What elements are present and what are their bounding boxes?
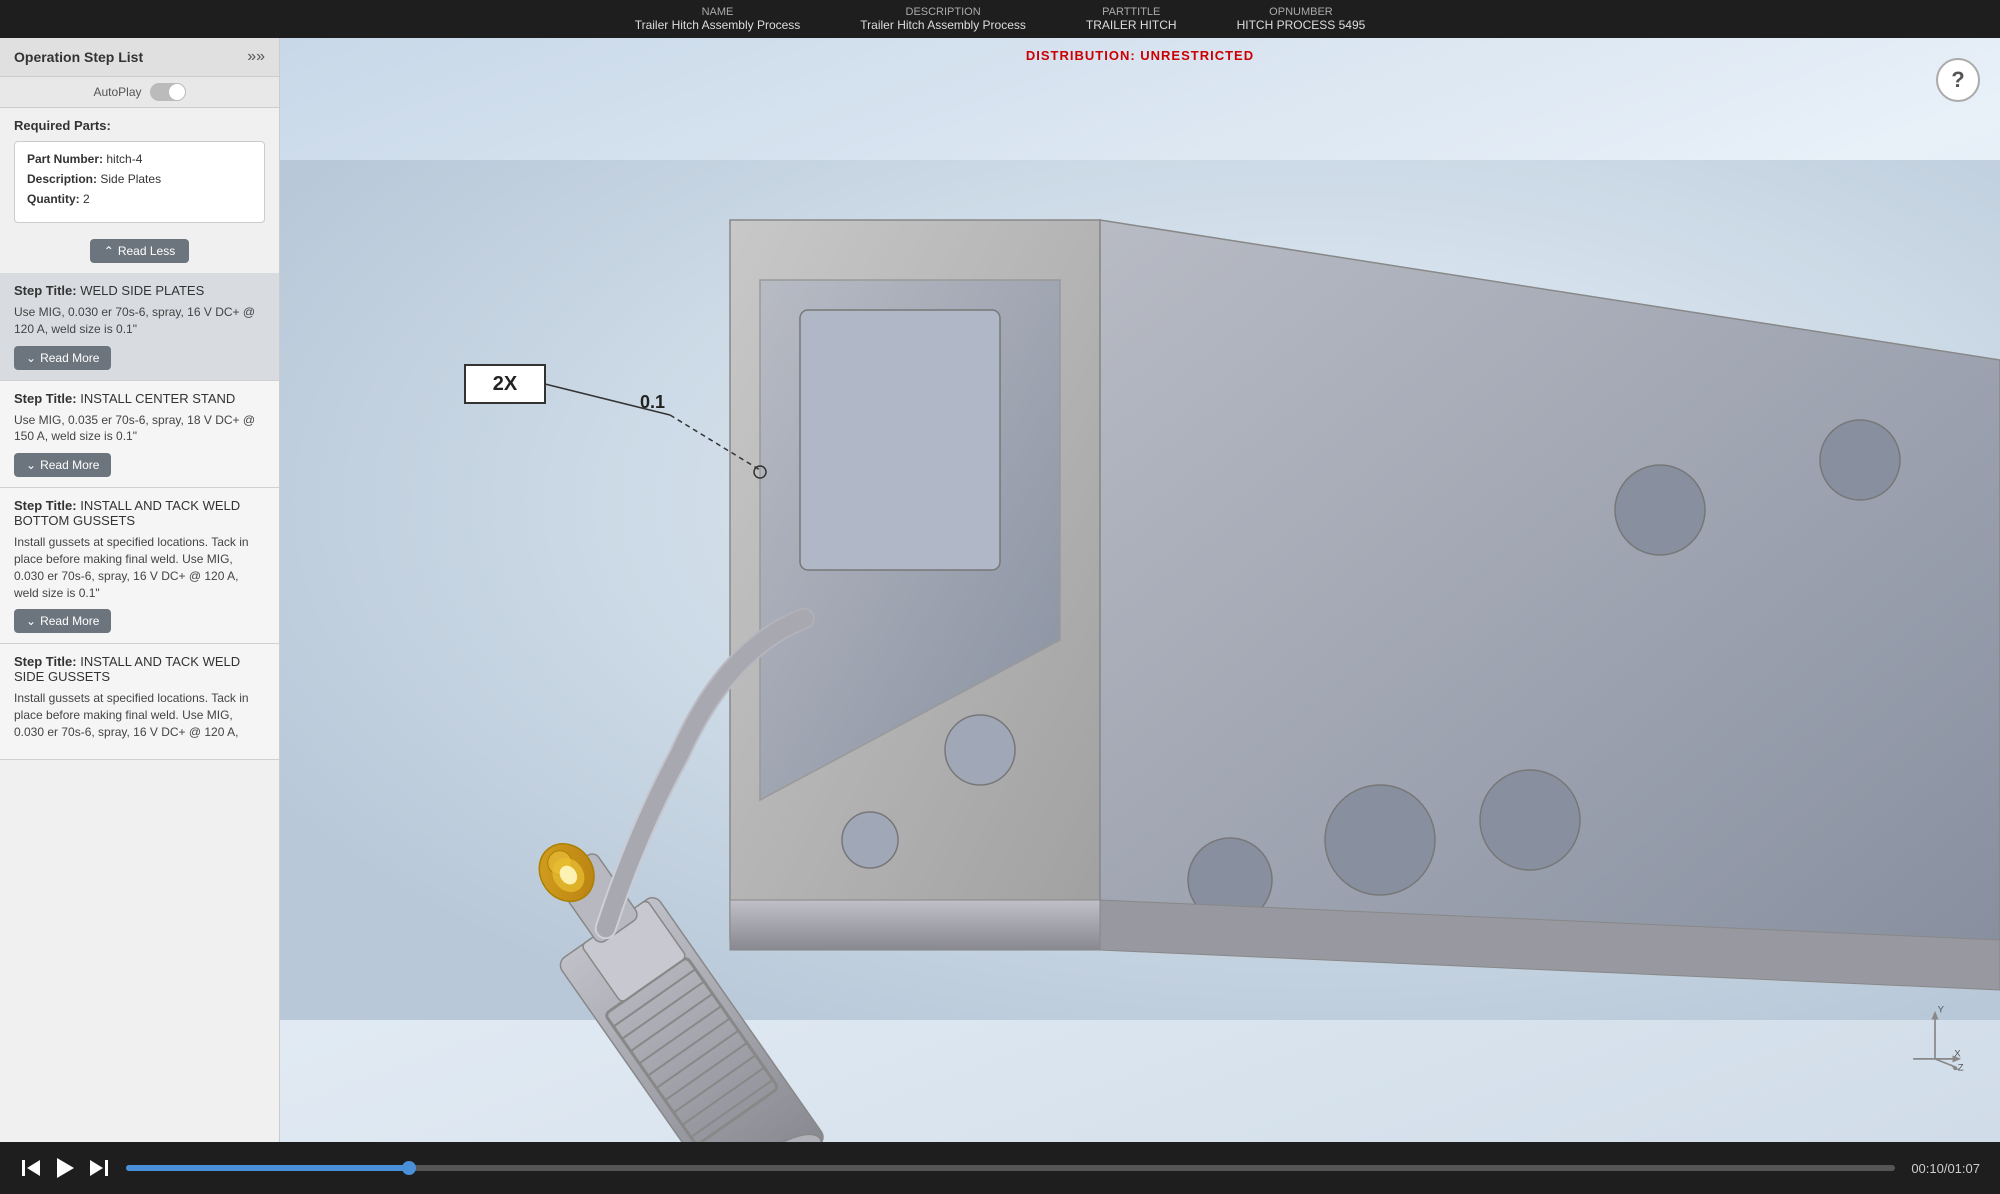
progress-fill	[126, 1165, 409, 1171]
header-name-value: Trailer Hitch Assembly Process	[635, 18, 801, 32]
step-title-label-4: Step Title:	[14, 654, 77, 669]
step-title-value-2: INSTALL CENTER STAND	[80, 391, 235, 406]
header-opnumber-value: HITCH PROCESS 5495	[1237, 18, 1366, 32]
playback-bar: 00:10/01:07	[0, 1142, 2000, 1194]
header-opnumber-field: OPNUMBER HITCH PROCESS 5495	[1237, 6, 1366, 32]
play-icon	[52, 1155, 78, 1181]
model-svg: 2X 0.1	[280, 38, 2000, 1142]
part-number-field: Part Number: hitch-4	[27, 152, 252, 166]
autoplay-label: AutoPlay	[93, 85, 141, 99]
header-opnumber-label: OPNUMBER	[1269, 6, 1333, 18]
read-less-label: Read Less	[118, 244, 175, 258]
read-more-button-3[interactable]: ⌄ Read More	[14, 609, 111, 633]
progress-thumb	[402, 1161, 416, 1175]
parts-box: Part Number: hitch-4 Description: Side P…	[14, 141, 265, 223]
step-title-value-1: WELD SIDE PLATES	[80, 283, 204, 298]
toggle-knob	[169, 84, 185, 100]
svg-text:0.1: 0.1	[640, 392, 665, 412]
step-title-3: Step Title: INSTALL AND TACK WELD BOTTOM…	[14, 498, 265, 528]
chevron-down-icon-1: ⌄	[26, 351, 36, 365]
sidebar-header: Operation Step List »»	[0, 38, 279, 77]
read-less-button[interactable]: ⌃ Read Less	[90, 239, 189, 263]
skip-to-end-button[interactable]	[88, 1157, 110, 1179]
header-name-field: Name Trailer Hitch Assembly Process	[635, 6, 801, 32]
y-axis-label: Y	[1938, 1005, 1945, 1016]
read-more-label-3: Read More	[40, 614, 99, 628]
step-title-label-2: Step Title:	[14, 391, 77, 406]
part-quantity-label: Quantity:	[27, 192, 80, 206]
z-axis-label: Z	[1958, 1062, 1964, 1072]
step-card-4: Step Title: INSTALL AND TACK WELD SIDE G…	[0, 644, 279, 759]
chevron-down-icon-3: ⌄	[26, 614, 36, 628]
header-name-label: Name	[702, 6, 734, 18]
header-desc-value: Trailer Hitch Assembly Process	[860, 18, 1026, 32]
step-title-2: Step Title: INSTALL CENTER STAND	[14, 391, 265, 406]
x-axis-label: X	[1954, 1048, 1961, 1059]
step-card-2: Step Title: INSTALL CENTER STAND Use MIG…	[0, 381, 279, 489]
step-title-4: Step Title: INSTALL AND TACK WELD SIDE G…	[14, 654, 265, 684]
viewport: DISTRIBUTION: UNRESTRICTED ?	[280, 38, 2000, 1142]
part-quantity-field: Quantity: 2	[27, 192, 252, 206]
step-card-3: Step Title: INSTALL AND TACK WELD BOTTOM…	[0, 488, 279, 644]
part-description-label: Description:	[27, 172, 97, 186]
part-number-value: hitch-4	[106, 152, 142, 166]
part-quantity-value: 2	[83, 192, 90, 206]
read-more-button-2[interactable]: ⌄ Read More	[14, 453, 111, 477]
expand-icon[interactable]: »»	[247, 48, 265, 66]
part-description-value: Side Plates	[100, 172, 161, 186]
read-more-button-1[interactable]: ⌄ Read More	[14, 346, 111, 370]
axes-indicator: Y X Z	[1900, 1002, 1970, 1072]
progress-bar[interactable]	[126, 1165, 1895, 1171]
step-desc-3: Install gussets at specified locations. …	[14, 534, 265, 601]
sidebar-title: Operation Step List	[14, 49, 143, 65]
step-card-1: Step Title: WELD SIDE PLATES Use MIG, 0.…	[0, 273, 279, 381]
step-title-1: Step Title: WELD SIDE PLATES	[14, 283, 265, 298]
header-parttitle-label: PARTTITLE	[1102, 6, 1160, 18]
svg-text:2X: 2X	[493, 373, 518, 395]
step-title-label-1: Step Title:	[14, 283, 77, 298]
skip-end-icon	[88, 1157, 110, 1179]
read-more-label-1: Read More	[40, 351, 99, 365]
step-desc-4: Install gussets at specified locations. …	[14, 690, 265, 740]
play-controls	[20, 1155, 110, 1181]
time-display: 00:10/01:07	[1911, 1161, 1980, 1176]
sidebar: Operation Step List »» AutoPlay Required…	[0, 38, 280, 1142]
main-content: Operation Step List »» AutoPlay Required…	[0, 38, 2000, 1142]
required-parts-section: Required Parts: Part Number: hitch-4 Des…	[0, 108, 279, 233]
play-button[interactable]	[52, 1155, 78, 1181]
header-desc-label: Description	[906, 6, 981, 18]
read-more-label-2: Read More	[40, 458, 99, 472]
step-title-label-3: Step Title:	[14, 498, 77, 513]
step-desc-2: Use MIG, 0.035 er 70s-6, spray, 18 V DC+…	[14, 412, 265, 446]
autoplay-row: AutoPlay	[0, 77, 279, 108]
part-description-field: Description: Side Plates	[27, 172, 252, 186]
chevron-up-icon: ⌃	[104, 244, 114, 258]
part-number-label: Part Number:	[27, 152, 103, 166]
required-parts-title: Required Parts:	[14, 118, 265, 133]
autoplay-toggle[interactable]	[150, 83, 186, 101]
skip-to-start-button[interactable]	[20, 1157, 42, 1179]
top-header: Name Trailer Hitch Assembly Process Desc…	[0, 0, 2000, 38]
chevron-down-icon-2: ⌄	[26, 458, 36, 472]
step-desc-1: Use MIG, 0.030 er 70s-6, spray, 16 V DC+…	[14, 304, 265, 338]
header-parttitle-field: PARTTITLE TRAILER HITCH	[1086, 6, 1177, 32]
skip-start-icon	[20, 1157, 42, 1179]
header-parttitle-value: TRAILER HITCH	[1086, 18, 1177, 32]
header-desc-field: Description Trailer Hitch Assembly Proce…	[860, 6, 1026, 32]
